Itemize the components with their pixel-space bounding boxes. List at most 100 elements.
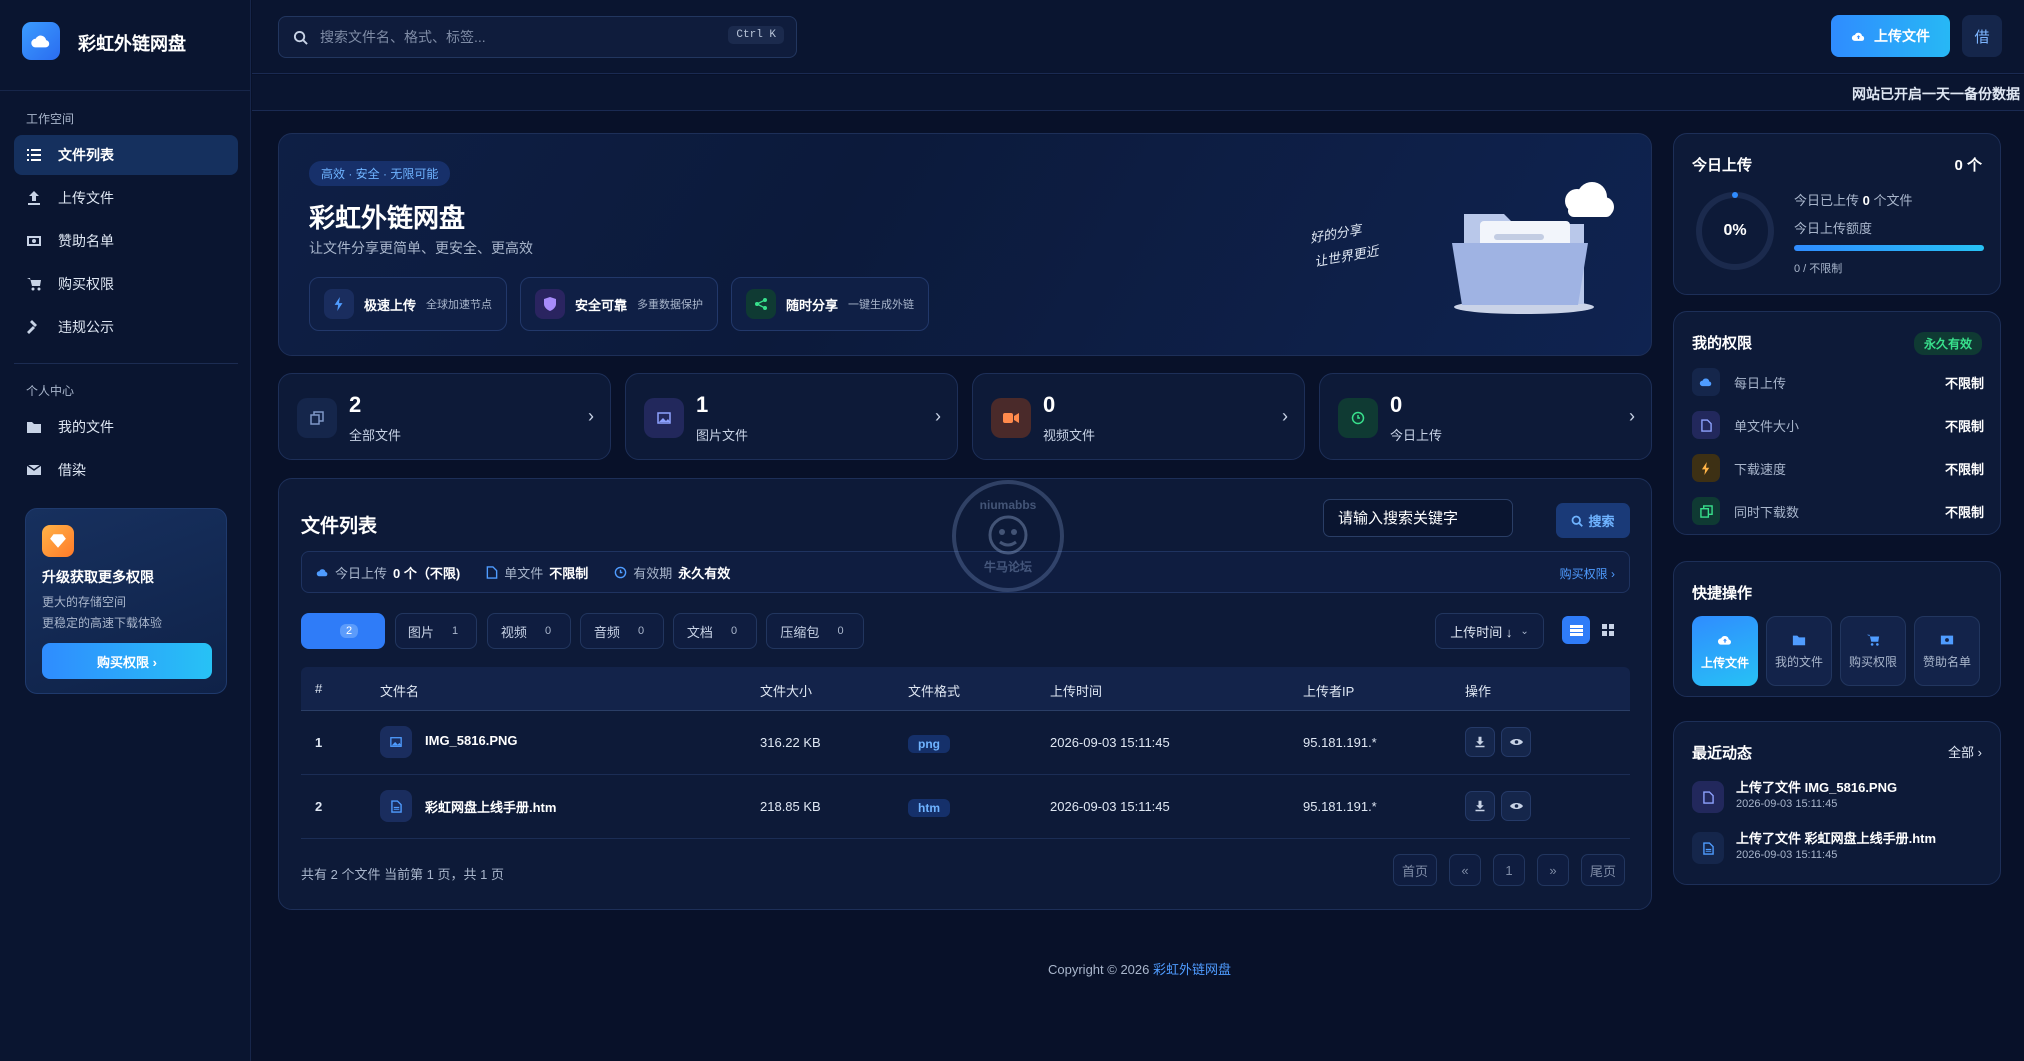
- file-icon: [1692, 411, 1720, 439]
- quick-buy-button[interactable]: 购买权限: [1840, 616, 1906, 686]
- upload-icon: [28, 191, 40, 205]
- text-part: 0: [1862, 193, 1870, 208]
- file-search-button[interactable]: 搜索: [1556, 503, 1630, 538]
- column-header[interactable]: 文件格式: [908, 681, 960, 700]
- tab-all[interactable]: 2: [301, 613, 385, 649]
- table-row[interactable]: 2 彩虹网盘上线手册.htm 218.85 KB htm 2026-09-03 …: [301, 775, 1630, 839]
- permissions-panel: 我的权限 永久有效 每日上传 不限制 单文件大小 不限制 下载速度 不限制 同时…: [1673, 311, 2001, 535]
- preview-button[interactable]: [1501, 727, 1531, 757]
- stat-label: 视频文件: [1043, 428, 1096, 443]
- header-icon-button[interactable]: 借: [1962, 15, 2002, 57]
- cloud-upload-icon: [1717, 635, 1731, 645]
- column-header[interactable]: 文件名: [380, 681, 419, 700]
- search-button-label: 搜索: [1588, 514, 1615, 529]
- stat-card-all-files[interactable]: 2 全部文件 ›: [278, 373, 611, 460]
- next-page-button[interactable]: »: [1537, 854, 1569, 886]
- sidebar-item-upload[interactable]: 上传文件: [14, 178, 238, 218]
- quick-upload-button[interactable]: 上传文件: [1692, 616, 1758, 686]
- first-page-button[interactable]: 首页: [1393, 854, 1437, 886]
- download-icon: [1475, 736, 1485, 748]
- copyright-text: Copyright © 2026: [1048, 962, 1153, 977]
- upload-button[interactable]: 上传文件: [1831, 15, 1950, 57]
- feature-desc: 一键生成外链: [848, 299, 915, 311]
- cloud-logo-icon[interactable]: [22, 22, 60, 60]
- tab-count: 0: [637, 625, 645, 637]
- upgrade-buy-button[interactable]: 购买权限 ›: [42, 643, 212, 679]
- stat-card-today[interactable]: 0 今日上传 ›: [1319, 373, 1652, 460]
- stat-value: 0: [1390, 392, 1403, 417]
- image-icon: [644, 398, 684, 438]
- brand-name[interactable]: 彩虹外链网盘: [78, 30, 186, 56]
- recent-all-link[interactable]: 全部 ›: [1948, 742, 1982, 761]
- stat-card-videos[interactable]: 0 视频文件 ›: [972, 373, 1305, 460]
- shield-icon: [535, 289, 565, 319]
- sidebar-item-buy[interactable]: 购买权限: [14, 264, 238, 304]
- activity-item[interactable]: 上传了文件 彩虹网盘上线手册.htm 2026-09-03 15:11:45: [1692, 828, 1984, 868]
- sidebar-item-my-files[interactable]: 我的文件: [14, 407, 238, 447]
- column-header[interactable]: 文件大小: [760, 681, 812, 700]
- footer-copyright: Copyright © 2026 彩虹外链网盘: [1048, 959, 1231, 978]
- today-percent: 0%: [1723, 222, 1747, 239]
- today-quota-text: 0 / 不限制: [1794, 263, 1843, 275]
- file-search-input[interactable]: [1323, 499, 1513, 537]
- copyright-link[interactable]: 彩虹外链网盘: [1153, 962, 1231, 977]
- tab-images[interactable]: 图片 1: [395, 613, 477, 649]
- folder-icon: [27, 422, 41, 433]
- sidebar-item-label: 赞助名单: [58, 233, 114, 249]
- panel-title: 我的权限: [1692, 335, 1753, 352]
- quick-label: 购买权限: [1848, 654, 1897, 669]
- sidebar-item-sponsors[interactable]: 赞助名单: [14, 221, 238, 261]
- activity-text: 上传了文件 彩虹网盘上线手册.htm: [1736, 831, 1937, 846]
- section-label-personal: 个人中心: [26, 384, 75, 398]
- search-input[interactable]: [320, 29, 700, 45]
- uploader-ip: 95.181.191.*: [1303, 799, 1377, 814]
- quick-my-files-button[interactable]: 我的文件: [1766, 616, 1832, 686]
- grid-view-button[interactable]: [1594, 616, 1622, 644]
- preview-button[interactable]: [1501, 791, 1531, 821]
- today-quota-label: 今日上传额度: [1794, 221, 1873, 236]
- chevron-right-icon: ›: [1629, 406, 1635, 426]
- permission-row: 同时下载数 不限制: [1692, 496, 1984, 526]
- chevron-down-icon: ⌄: [1520, 625, 1529, 637]
- bolt-icon: [324, 289, 354, 319]
- sort-value: 上传时间 ↓: [1450, 624, 1513, 640]
- sidebar-item-file-list[interactable]: 文件列表: [14, 135, 238, 175]
- file-name-link[interactable]: IMG_5816.PNG: [425, 733, 518, 748]
- buy-permission-link[interactable]: 购买权限 ›: [1560, 565, 1615, 582]
- column-header[interactable]: 上传时间: [1050, 681, 1102, 700]
- permission-row: 单文件大小 不限制: [1692, 410, 1984, 440]
- feature-fast-upload: 极速上传 全球加速节点: [309, 277, 508, 331]
- sidebar-item-label: 上传文件: [58, 190, 114, 206]
- file-name-link[interactable]: 彩虹网盘上线手册.htm: [425, 797, 556, 816]
- page-number-button[interactable]: 1: [1493, 854, 1525, 886]
- tab-label: 音频: [593, 624, 620, 640]
- tab-count: 0: [544, 625, 552, 637]
- sort-select[interactable]: 上传时间 ↓ ⌄: [1435, 613, 1544, 649]
- search-icon: [293, 30, 308, 45]
- sidebar-item-violations[interactable]: 违规公示: [14, 307, 238, 347]
- download-button[interactable]: [1465, 727, 1495, 757]
- permission-label: 下载速度: [1734, 461, 1787, 477]
- image-file-icon: [1692, 781, 1724, 813]
- tab-documents[interactable]: 文档 0: [673, 613, 757, 649]
- list-view-button[interactable]: [1562, 616, 1590, 644]
- download-button[interactable]: [1465, 791, 1495, 821]
- sidebar-item-mail[interactable]: 借染: [14, 450, 238, 490]
- activity-item[interactable]: 上传了文件 IMG_5816.PNG 2026-09-03 15:11:45: [1692, 777, 1984, 817]
- gem-icon: [42, 525, 74, 557]
- tab-audio[interactable]: 音频 0: [580, 613, 664, 649]
- tab-archives[interactable]: 压缩包 0: [766, 613, 864, 649]
- prev-page-button[interactable]: «: [1449, 854, 1481, 886]
- stat-card-images[interactable]: 1 图片文件 ›: [625, 373, 958, 460]
- download-icon: [1475, 800, 1485, 812]
- permission-value: 不限制: [1944, 418, 1984, 434]
- table-row[interactable]: 1 IMG_5816.PNG 316.22 KB png 2026-09-03 …: [301, 711, 1630, 775]
- cart-icon: [27, 278, 41, 291]
- tab-videos[interactable]: 视频 0: [487, 613, 571, 649]
- quick-sponsors-button[interactable]: 赞助名单: [1914, 616, 1980, 686]
- divider: [0, 90, 251, 91]
- sidebar: 彩虹外链网盘 工作空间 文件列表 上传文件 赞助名单 购买权限 违规公示 个人中…: [0, 0, 251, 1061]
- last-page-button[interactable]: 尾页: [1581, 854, 1625, 886]
- panel-title: 今日上传: [1692, 157, 1753, 174]
- global-search[interactable]: Ctrl K: [278, 16, 797, 58]
